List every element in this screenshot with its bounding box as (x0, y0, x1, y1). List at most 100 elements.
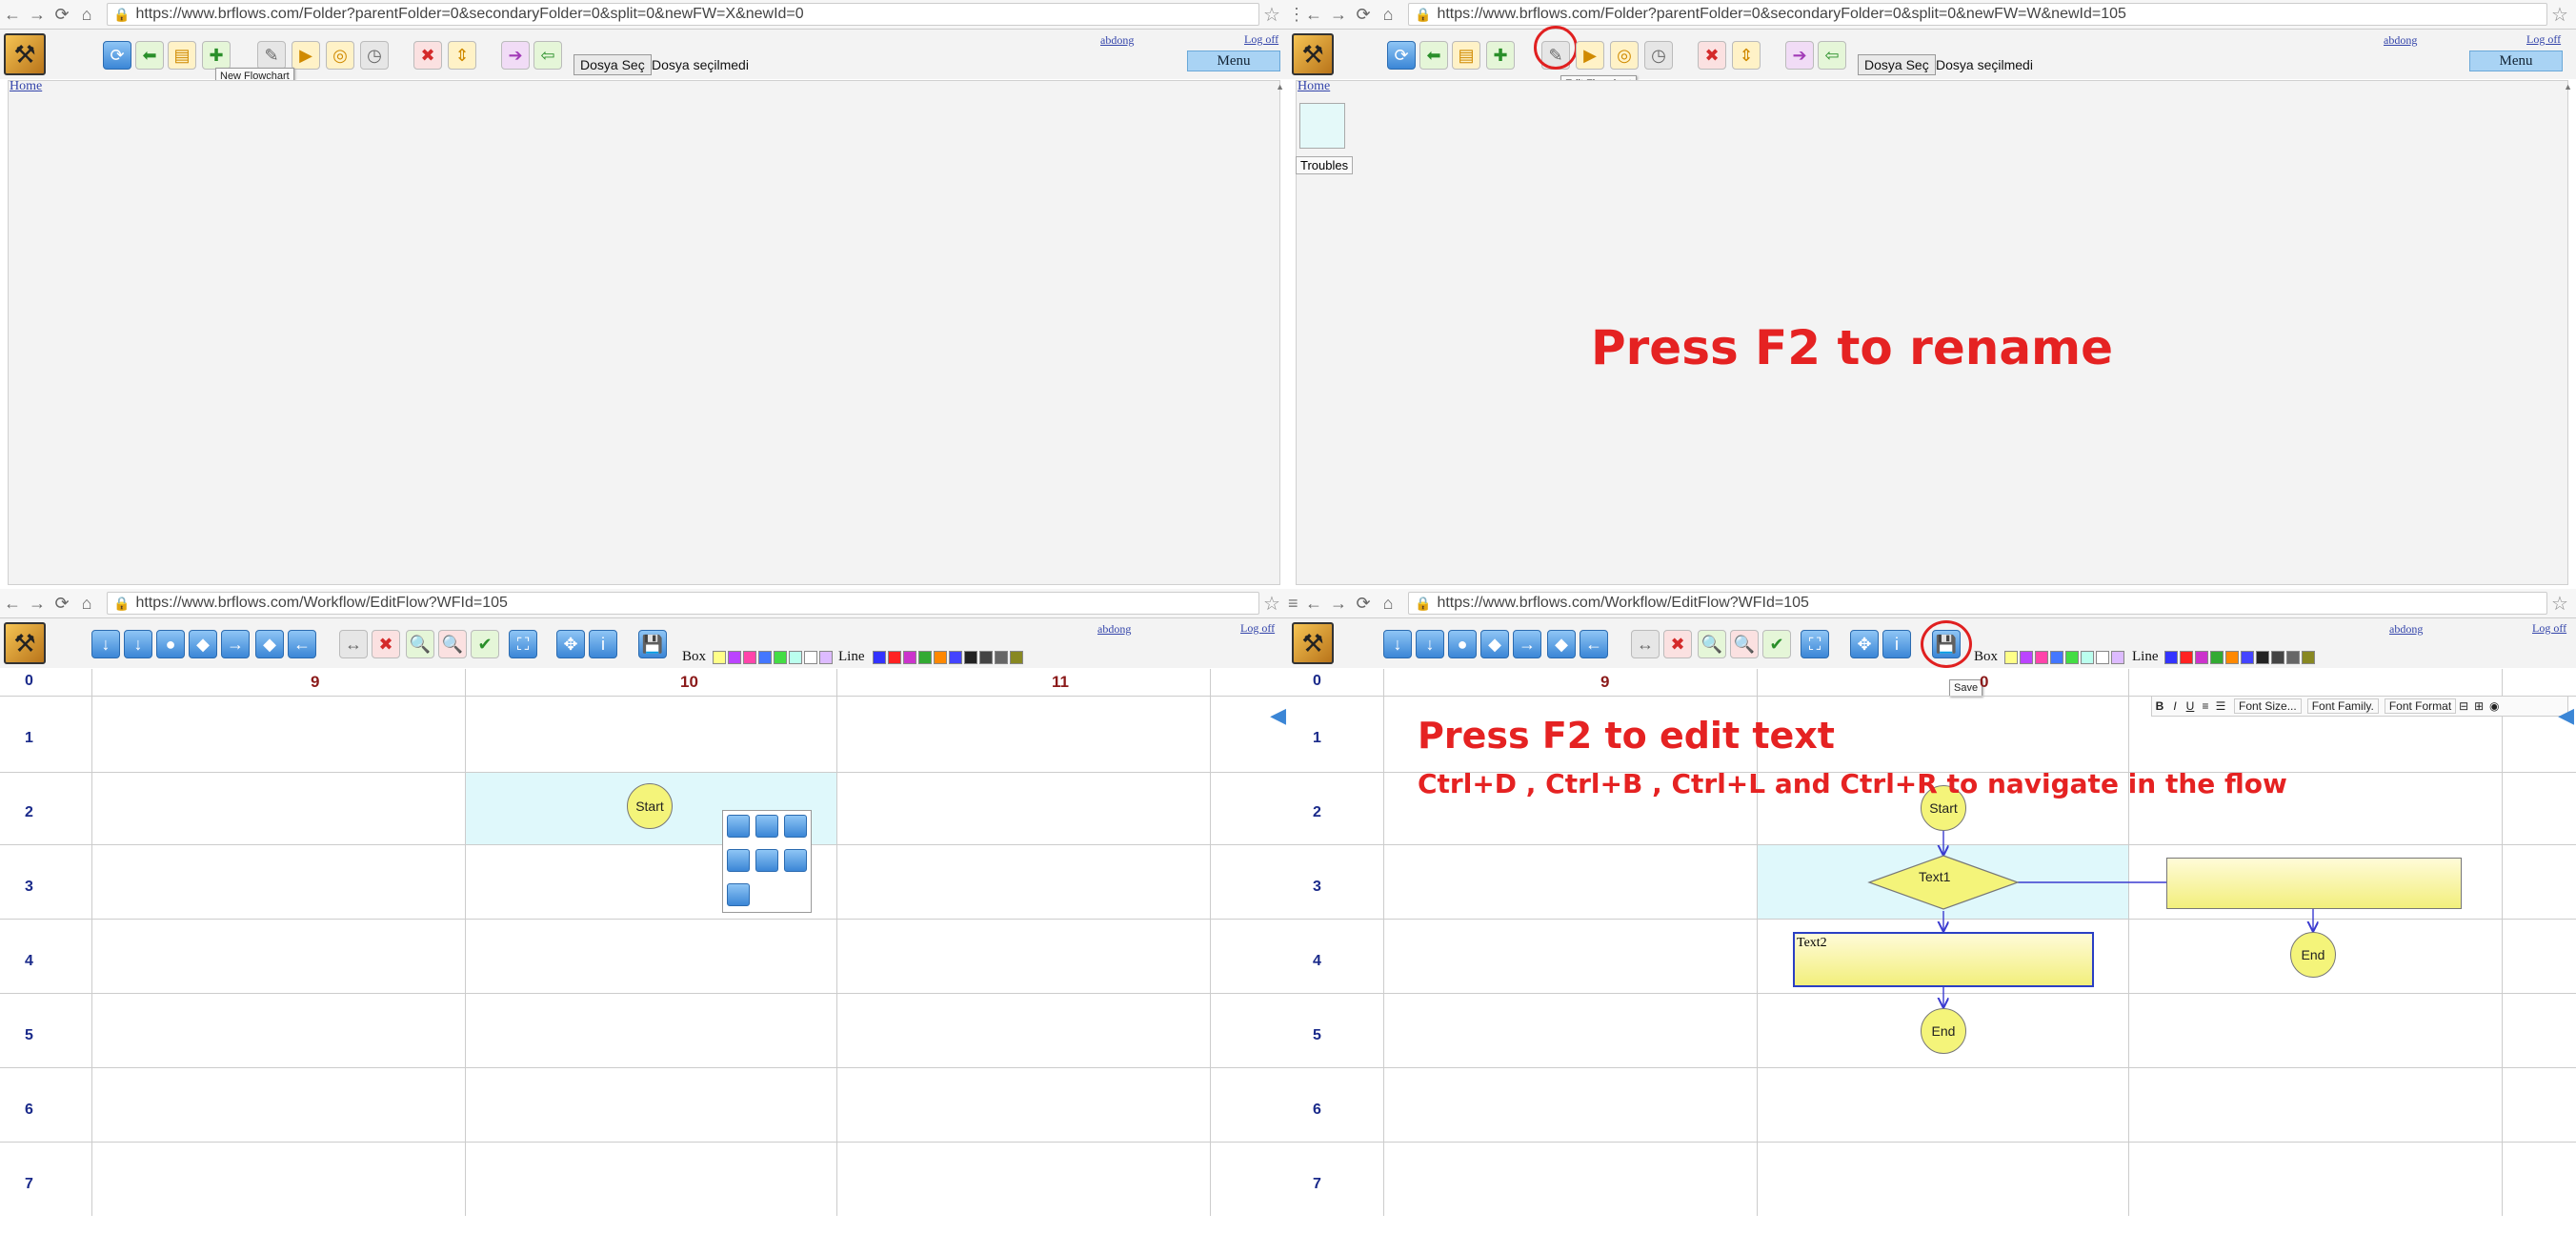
url-field[interactable]: 🔒 https://www.brflows.com/Workflow/EditFl… (107, 592, 1259, 615)
logo-icon[interactable]: ⚒ (4, 622, 46, 664)
add-diamond-right-icon[interactable]: ◆ (255, 630, 284, 658)
menu-dots-icon[interactable]: ≡ (1288, 594, 1301, 614)
star-icon[interactable]: ☆ (2547, 592, 2572, 616)
new-folder-icon[interactable]: ▤ (168, 41, 196, 70)
url-field[interactable]: 🔒 https://www.brflows.com/Workflow/EditFl… (1408, 592, 2547, 615)
home-icon[interactable]: ⌂ (1376, 594, 1400, 614)
text-box-selected[interactable]: Text2 (1793, 932, 2094, 987)
edit-icon[interactable]: ✎ (257, 41, 286, 70)
color-swatch[interactable] (2111, 651, 2124, 664)
new-flowchart-icon[interactable]: ✚ (202, 41, 231, 70)
expand-arrow-icon[interactable]: ◀ (2558, 703, 2574, 728)
back-icon[interactable]: ← (0, 594, 25, 614)
check-icon[interactable]: ✔ (471, 630, 499, 658)
back-icon[interactable]: ← (1301, 594, 1326, 614)
menu-button[interactable]: Menu (2469, 51, 2563, 71)
color-swatch[interactable] (804, 651, 817, 664)
new-folder-icon[interactable]: ▤ (1452, 41, 1480, 70)
info-icon[interactable]: i (589, 630, 617, 658)
run-icon[interactable]: ▶ (1576, 41, 1604, 70)
reload-icon[interactable]: ⟳ (50, 594, 74, 614)
color-swatch[interactable] (2302, 651, 2315, 664)
decision-label[interactable]: Text1 (1919, 869, 1950, 884)
add-left-icon[interactable]: ← (288, 630, 316, 658)
color-swatch[interactable] (2081, 651, 2094, 664)
color-swatch[interactable] (2164, 651, 2178, 664)
color-swatch[interactable] (789, 651, 802, 664)
folder-name[interactable]: Troubles (1296, 156, 1354, 174)
color-swatch[interactable] (728, 651, 741, 664)
color-swatch[interactable] (995, 651, 1008, 664)
color-swatch[interactable] (2004, 651, 2018, 664)
home-icon[interactable]: ⌂ (1376, 5, 1400, 25)
url-field[interactable]: 🔒 https://www.brflows.com/Folder?parentFo… (1408, 3, 2547, 26)
star-icon[interactable]: ☆ (1259, 592, 1284, 616)
star-icon[interactable]: ☆ (2547, 3, 2572, 27)
new-flowchart-icon[interactable]: ✚ (1486, 41, 1515, 70)
file-choose-button[interactable]: Dosya Seç (574, 54, 652, 75)
zoom-in-icon[interactable]: 🔍 (406, 630, 434, 658)
split-icon[interactable]: ⇕ (448, 41, 476, 70)
star-icon[interactable]: ☆ (1259, 3, 1284, 27)
color-swatch[interactable] (1010, 651, 1023, 664)
color-swatch[interactable] (2180, 651, 2193, 664)
add-decision-icon[interactable]: ◆ (1480, 630, 1509, 658)
import-icon[interactable]: ⇦ (533, 41, 562, 70)
delete-icon[interactable]: ✖ (372, 630, 400, 658)
palette-decision-right-icon[interactable] (755, 849, 778, 872)
color-swatch[interactable] (979, 651, 993, 664)
add-diamond-right-icon[interactable]: ◆ (1547, 630, 1576, 658)
color-swatch[interactable] (743, 651, 756, 664)
reload-icon[interactable]: ⟳ (1351, 594, 1376, 614)
palette-down-icon[interactable] (727, 815, 750, 838)
color-swatch[interactable] (918, 651, 932, 664)
color-swatch[interactable] (2020, 651, 2033, 664)
user-link[interactable]: abdong (1100, 33, 1134, 48)
end-node[interactable]: End (1921, 1008, 1966, 1054)
logoff-link[interactable]: Log off (1240, 621, 1275, 636)
zoom-in-icon[interactable]: 🔍 (1698, 630, 1726, 658)
color-swatch[interactable] (2286, 651, 2300, 664)
end-node-right[interactable]: End (2290, 932, 2336, 978)
palette-decision-left-icon[interactable] (784, 849, 807, 872)
import-icon[interactable]: ⇦ (1818, 41, 1846, 70)
forward-icon[interactable]: → (25, 5, 50, 25)
color-swatch[interactable] (819, 651, 833, 664)
record-icon[interactable]: ◎ (1610, 41, 1639, 70)
color-swatch[interactable] (2035, 651, 2048, 664)
add-down-icon[interactable]: ↓ (91, 630, 120, 658)
add-end-icon[interactable]: ● (1448, 630, 1477, 658)
scroll-up-icon[interactable]: ▲ (2564, 82, 2572, 91)
flow-grid[interactable]: 0 1 2 3 4 5 6 7 9 10 11 Start ◀ (0, 669, 1288, 1216)
move-icon[interactable]: ✥ (1850, 630, 1879, 658)
color-swatch[interactable] (2065, 651, 2079, 664)
zoom-out-icon[interactable]: 🔍 (438, 630, 467, 658)
palette-right-icon[interactable] (755, 815, 778, 838)
color-swatch[interactable] (2050, 651, 2063, 664)
add-end-icon[interactable]: ● (156, 630, 185, 658)
color-swatch[interactable] (873, 651, 886, 664)
connector-icon[interactable]: ↔ (1631, 630, 1660, 658)
folder-thumbnail[interactable] (1299, 103, 1345, 149)
color-swatch[interactable] (2271, 651, 2284, 664)
color-swatch[interactable] (2096, 651, 2109, 664)
connector-icon[interactable]: ↔ (339, 630, 368, 658)
home-icon[interactable]: ⌂ (74, 5, 99, 25)
color-swatch[interactable] (903, 651, 916, 664)
info-icon[interactable]: i (1882, 630, 1911, 658)
export-icon[interactable]: ➔ (501, 41, 530, 70)
color-swatch[interactable] (2241, 651, 2254, 664)
color-swatch[interactable] (949, 651, 962, 664)
color-swatch[interactable] (964, 651, 977, 664)
file-choose-button[interactable]: Dosya Seç (1858, 54, 1936, 75)
add-down-icon[interactable]: ↓ (1383, 630, 1412, 658)
color-swatch[interactable] (758, 651, 772, 664)
logo-icon[interactable]: ⚒ (4, 33, 46, 75)
delete-icon[interactable]: ✖ (1663, 630, 1692, 658)
add-right-icon[interactable]: → (221, 630, 250, 658)
refresh-icon[interactable]: ⟳ (1387, 41, 1416, 70)
back-arrow-icon[interactable]: ⬅ (135, 41, 164, 70)
logo-icon[interactable]: ⚒ (1292, 622, 1334, 664)
history-icon[interactable]: ◷ (1644, 41, 1673, 70)
forward-icon[interactable]: → (1326, 5, 1351, 25)
